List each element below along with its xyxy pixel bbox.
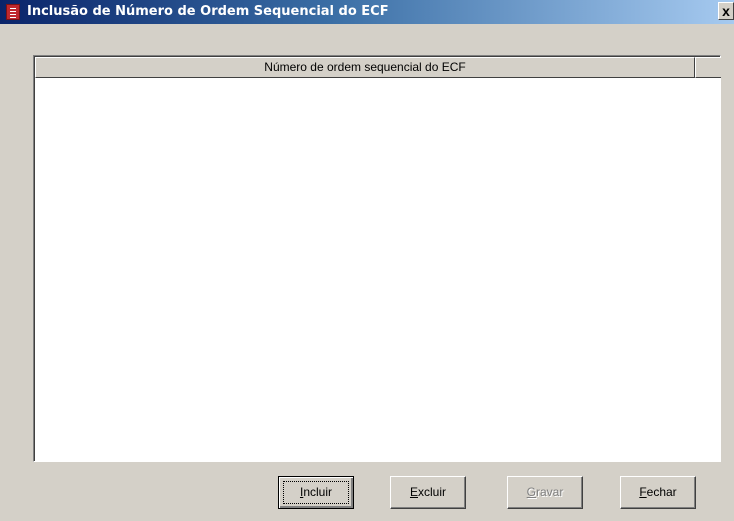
excluir-label: Excluir <box>409 485 447 499</box>
gravar-label: Gravar <box>526 485 564 499</box>
incluir-label: Incluir <box>299 485 333 499</box>
incluir-button[interactable]: Incluir <box>278 476 354 509</box>
title-bar[interactable]: Inclusão de Número de Ordem Sequencial d… <box>0 0 734 24</box>
fechar-label: Fechar <box>639 485 677 499</box>
fechar-button[interactable]: Fechar <box>620 476 696 509</box>
grid-header-row: Número de ordem sequencial do ECF <box>35 57 721 78</box>
dialog-window: Inclusão de Número de Ordem Sequencial d… <box>0 0 734 521</box>
ecf-grid[interactable]: Número de ordem sequencial do ECF <box>33 55 721 462</box>
close-icon: x <box>722 3 730 19</box>
excluir-button[interactable]: Excluir <box>390 476 466 509</box>
column-header-filler <box>695 57 721 78</box>
grid-body[interactable]: Número de ordem sequencial do ECF <box>34 56 721 461</box>
window-title: Inclusão de Número de Ordem Sequencial d… <box>27 4 389 19</box>
column-header-numero-ordem[interactable]: Número de ordem sequencial do ECF <box>35 57 695 78</box>
gravar-button[interactable]: Gravar <box>507 476 583 509</box>
document-icon <box>6 4 20 20</box>
close-button[interactable]: x <box>718 2 734 20</box>
